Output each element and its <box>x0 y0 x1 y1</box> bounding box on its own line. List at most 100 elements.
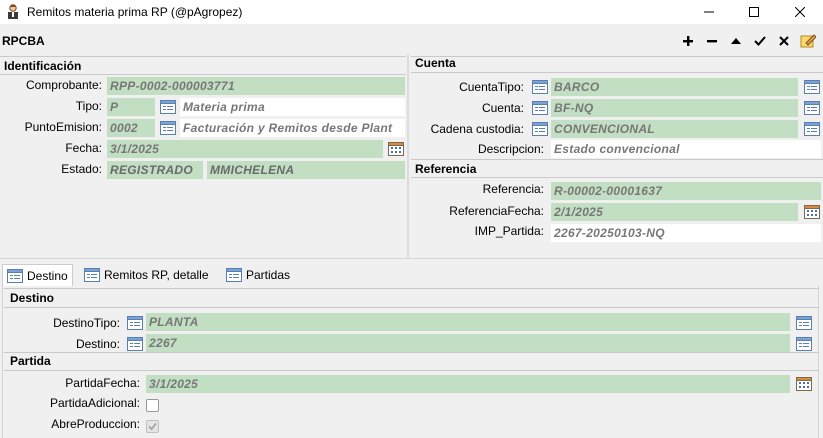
cuenta-tipo-field[interactable]: BARCO <box>551 78 798 96</box>
tab-label: Remitos RP, detalle <box>104 268 209 282</box>
destino-list-icon[interactable] <box>796 337 812 351</box>
tipo-lookup-icon[interactable] <box>160 100 176 114</box>
descripcion-label: Descripcion: <box>477 142 544 156</box>
form-code: RPCBA <box>2 34 45 48</box>
descripcion-field: Estado convencional <box>551 140 821 158</box>
collapse-button[interactable] <box>727 32 745 50</box>
punto-emision-lookup-icon[interactable] <box>160 121 176 135</box>
destino-label: Destino: <box>75 337 120 351</box>
panel-splitter[interactable] <box>407 54 409 258</box>
maximize-button[interactable] <box>731 0 777 24</box>
partida-adicional-label: PartidaAdicional: <box>49 396 140 410</box>
referencia-fecha-label: ReferenciaFecha: <box>449 204 544 218</box>
divider <box>411 177 823 178</box>
tab-label: Destino <box>27 268 68 283</box>
minus-icon <box>707 40 717 43</box>
tab-content-destino <box>2 286 819 438</box>
divider <box>411 72 823 73</box>
cuenta-tipo-label: CuentaTipo: <box>459 80 524 94</box>
divider <box>4 370 819 371</box>
fecha-calendar-icon[interactable] <box>388 142 404 156</box>
check-icon <box>754 36 766 46</box>
section-referencia-heading: Referencia <box>415 162 477 176</box>
partida-fecha-calendar-icon[interactable] <box>796 377 812 391</box>
partida-fecha-field[interactable]: 3/1/2025 <box>146 375 790 393</box>
destino-lookup-icon[interactable] <box>127 337 143 351</box>
pencil-note-icon <box>800 34 816 48</box>
divider <box>4 352 819 353</box>
partida-fecha-label: PartidaFecha: <box>65 376 140 390</box>
close-window-button[interactable] <box>777 0 823 24</box>
add-record-button[interactable] <box>679 32 697 50</box>
divider <box>4 288 819 289</box>
form-icon <box>84 268 100 282</box>
comprobante-label: Comprobante: <box>25 78 102 92</box>
cuenta-field[interactable]: BF-NQ <box>551 99 798 117</box>
title-bar: Remitos materia prima RP (@pAgropez) <box>0 0 823 24</box>
destino-tipo-list-icon[interactable] <box>796 316 812 330</box>
confirm-button[interactable] <box>751 32 769 50</box>
window-title: Remitos materia prima RP (@pAgropez) <box>27 5 243 19</box>
divider <box>4 307 819 308</box>
cuenta-tipo-lookup-icon[interactable] <box>532 80 548 94</box>
imp-partida-field: 2267-20250103-NQ <box>551 224 821 242</box>
punto-emision-description-field: Facturación y Remitos desde Plant <box>180 119 405 137</box>
imp-partida-label: IMP_Partida: <box>474 224 544 238</box>
notes-button[interactable] <box>799 32 817 50</box>
form-icon <box>7 269 23 283</box>
cadena-custodia-list-icon[interactable] <box>804 122 820 136</box>
cuenta-list-icon[interactable] <box>804 101 820 115</box>
referencia-label: Referencia: <box>482 182 544 196</box>
referencia-fecha-calendar-icon[interactable] <box>804 205 820 219</box>
estado-user-field: MMICHELENA <box>207 161 405 179</box>
form-icon <box>226 268 242 282</box>
cancel-button[interactable] <box>775 32 793 50</box>
tipo-label: Tipo: <box>75 99 102 113</box>
maximize-icon <box>749 7 759 17</box>
cuenta-tipo-list-icon[interactable] <box>804 80 820 94</box>
tab-strip: Destino Remitos RP, detalle Partidas <box>0 262 823 286</box>
estado-field: REGISTRADO <box>107 161 203 179</box>
punto-emision-code-field[interactable]: 0002 <box>107 119 155 137</box>
destino-tipo-lookup-icon[interactable] <box>127 316 143 330</box>
divider <box>411 56 823 57</box>
tab-destino[interactable]: Destino <box>2 264 73 286</box>
close-icon <box>795 7 805 17</box>
cadena-custodia-lookup-icon[interactable] <box>532 122 548 136</box>
tipo-code-field[interactable]: P <box>107 98 155 116</box>
divider <box>0 74 406 75</box>
tab-label: Partidas <box>246 268 291 282</box>
partida-adicional-checkbox[interactable] <box>146 399 159 412</box>
tipo-description-field: Materia prima <box>180 98 405 116</box>
abre-produccion-checkbox <box>146 420 159 433</box>
form-toolbar: RPCBA <box>0 28 823 54</box>
divider <box>0 258 823 259</box>
section-identificacion-heading: Identificación <box>4 59 82 73</box>
tab-remitos-detalle[interactable]: Remitos RP, detalle <box>80 264 213 286</box>
divider <box>0 56 406 57</box>
delete-record-button[interactable] <box>703 32 721 50</box>
comprobante-field[interactable]: RPP-0002-000003771 <box>107 77 405 95</box>
destino-tipo-field[interactable]: PLANTA <box>146 313 790 331</box>
referencia-fecha-field[interactable]: 2/1/2025 <box>551 203 798 221</box>
divider <box>411 159 823 160</box>
cadena-custodia-label: Cadena custodia: <box>430 122 524 136</box>
cuenta-lookup-icon[interactable] <box>532 101 548 115</box>
plus-icon <box>683 36 693 46</box>
section-partida-heading: Partida <box>10 354 51 368</box>
punto-emision-label: PuntoEmision: <box>24 120 102 134</box>
check-icon <box>148 422 157 431</box>
minimize-button[interactable] <box>686 0 732 24</box>
destino-field[interactable]: 2267 <box>146 334 790 352</box>
app-person-icon <box>8 4 18 19</box>
referencia-field[interactable]: R-00002-00001637 <box>551 182 821 200</box>
cuenta-label: Cuenta: <box>481 101 524 115</box>
fecha-field[interactable]: 3/1/2025 <box>107 140 383 158</box>
abre-produccion-label: AbreProduccion: <box>51 417 140 431</box>
cadena-custodia-field[interactable]: CONVENCIONAL <box>551 120 798 138</box>
minimize-icon <box>704 11 714 13</box>
section-destino-heading: Destino <box>10 291 55 305</box>
tab-partidas[interactable]: Partidas <box>222 264 294 286</box>
fecha-label: Fecha: <box>65 141 102 155</box>
destino-tipo-label: DestinoTipo: <box>53 316 120 330</box>
